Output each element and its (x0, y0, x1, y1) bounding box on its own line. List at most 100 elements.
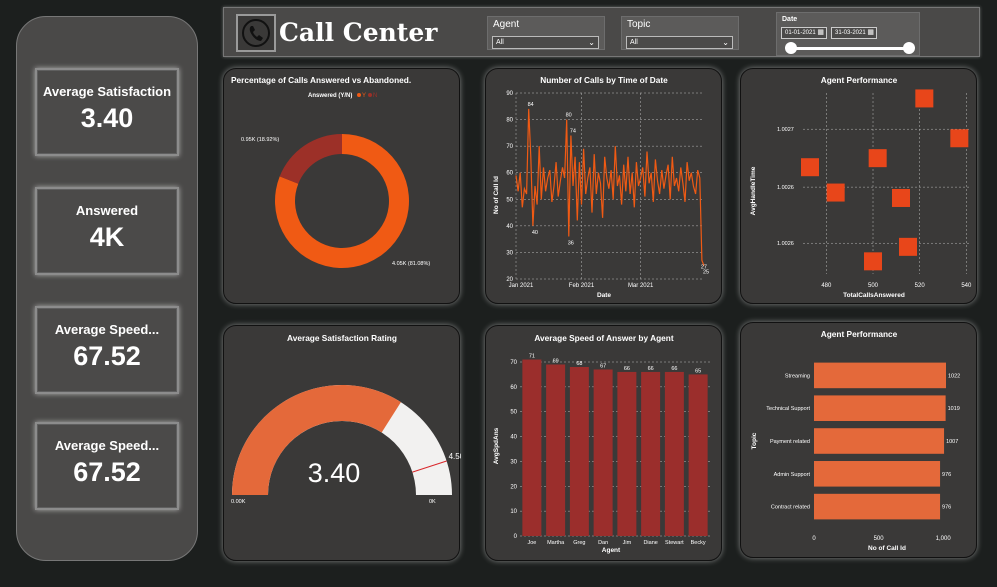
x-tick-label: Feb 2021 (569, 283, 595, 289)
chart-title: Agent Performance (821, 329, 898, 339)
data-label: 976 (942, 505, 951, 511)
bar-payment-related (814, 428, 945, 454)
data-label: 36 (568, 240, 574, 246)
legend-item-y: Y (362, 93, 366, 99)
x-tick-label: Dan (598, 540, 608, 546)
date-end-value: 31-03-2021 (835, 30, 866, 36)
y-tick-label: 1.0027 (777, 127, 794, 133)
bar-chart: Average Speed of Answer by Agent 0 10 20 30… (493, 333, 710, 554)
date-slider-end-handle[interactable] (903, 42, 915, 54)
x-tick-label: 540 (961, 283, 972, 289)
y-tick-label: Payment related (770, 439, 810, 445)
y-tick-label: 60 (510, 385, 517, 391)
y-tick-label: Technical Support (766, 406, 810, 412)
kpi-label: Average Speed... (54, 322, 160, 337)
horizontal-bar-chart: Agent Performance Streaming 1022 Technical… (751, 329, 960, 552)
topic-dropdown-value: All (630, 39, 638, 46)
y-tick-label: 50 (506, 197, 513, 203)
topic-dropdown[interactable]: All ⌄ (626, 36, 733, 49)
kpi-card-answered: Answered 4K (35, 187, 179, 275)
calendar-icon[interactable]: ▦ (817, 28, 824, 38)
x-axis-label: No of Call Id (868, 545, 906, 552)
y-axis-label: AvgSpdAns (493, 427, 500, 464)
chevron-down-icon: ⌄ (588, 38, 595, 47)
data-label: 66 (648, 366, 654, 372)
y-tick-label: 90 (506, 91, 513, 97)
date-slicer-label: Date (782, 16, 798, 23)
legend-marker-y (357, 93, 361, 97)
y-tick-label: 40 (510, 435, 517, 441)
data-label: 66 (624, 366, 630, 372)
kpi-value: 67.52 (73, 341, 141, 371)
x-tick-label: 480 (821, 283, 832, 289)
kpi-card-average-satisfaction: Average Satisfaction 3.40 (35, 68, 179, 156)
chart-title: Agent Performance (821, 75, 898, 85)
scatter-chart: Agent Performance 1.0026 1.0026 1.0027 480… (750, 75, 972, 299)
agent-dropdown-value: All (496, 39, 504, 46)
kpi-value: 4K (89, 222, 125, 252)
chart-title: Average Speed of Answer by Agent (534, 333, 673, 343)
data-label: 67 (600, 363, 606, 369)
bar-admin-support (814, 461, 941, 487)
data-label: 68 (576, 361, 582, 367)
y-tick-label: Admin Support (774, 472, 811, 478)
slice-label-y: 4.05K (81.08%) (392, 261, 430, 267)
bar-streaming (814, 362, 946, 389)
phone-icon (236, 14, 276, 52)
y-tick-label: 30 (506, 250, 513, 256)
kpi-label: Average Satisfaction (42, 84, 172, 99)
bar-greg (569, 366, 589, 536)
data-label: 69 (553, 358, 559, 364)
date-slider-start-handle[interactable] (785, 42, 797, 54)
header-bar: Call Center Agent All ⌄ Topic All ⌄ Date… (223, 7, 980, 57)
gauge-max-label: 0K (429, 499, 436, 505)
calendar-icon[interactable]: ▦ (867, 28, 874, 38)
bar-stewart (664, 371, 684, 536)
kpi-label: Answered (75, 203, 139, 218)
donut-chart: Percentage of Calls Answered vs Abandone… (231, 75, 430, 268)
y-tick-label: 70 (506, 144, 513, 150)
bar-contract-related (814, 493, 941, 520)
x-tick-label: Stewart (665, 540, 684, 546)
slice-label-n: 0.95K (18.92%) (241, 137, 279, 143)
scatter-point (868, 149, 887, 168)
kpi-label: Average Speed... (54, 438, 160, 453)
x-axis-label: Agent (602, 547, 621, 554)
date-end-input[interactable]: 31-03-2021 ▦ (831, 27, 877, 39)
kpi-value: 67.52 (73, 457, 141, 487)
card-agent-performance-scatter: Agent Performance 1.0026 1.0026 1.0027 480… (740, 68, 977, 304)
y-tick-label: Streaming (785, 373, 810, 379)
chart-title: Percentage of Calls Answered vs Abandone… (231, 75, 411, 85)
data-label: 1022 (948, 373, 960, 379)
gauge-value: 3.40 (308, 458, 361, 488)
bar-dan (593, 369, 613, 536)
x-tick-label: Becky (691, 540, 706, 546)
series-line (515, 108, 705, 266)
x-tick-label: Jan 2021 (509, 283, 534, 289)
y-tick-label: 40 (506, 224, 513, 230)
y-tick-label: 20 (510, 484, 517, 490)
agent-dropdown[interactable]: All ⌄ (492, 36, 599, 49)
card-calls-answered-vs-abandoned: Percentage of Calls Answered vs Abandone… (223, 68, 460, 304)
scatter-point (915, 89, 934, 108)
y-tick-label: 80 (506, 118, 513, 124)
x-axis-label: TotalCallsAnswered (843, 292, 905, 299)
data-label: 1019 (948, 406, 960, 412)
gauge-target-label: 4.50 (449, 452, 461, 461)
data-label: 74 (570, 129, 576, 135)
scatter-point (899, 237, 917, 256)
x-tick-label: 0 (812, 536, 816, 542)
scatter-point (892, 188, 910, 207)
bar-diane (641, 371, 661, 536)
date-slider-track[interactable] (787, 47, 909, 50)
y-tick-label: 0 (514, 534, 518, 540)
x-tick-label: Joe (527, 540, 536, 546)
scatter-point (864, 252, 882, 271)
scatter-point (826, 183, 845, 202)
data-label: 40 (532, 230, 538, 236)
y-tick-label: 70 (510, 360, 517, 366)
kpi-panel: Average Satisfaction 3.40 Answered 4K Av… (16, 16, 198, 561)
x-tick-label: Mar 2021 (628, 283, 654, 289)
bar-martha (546, 364, 566, 536)
date-start-input[interactable]: 01-01-2021 ▦ (781, 27, 827, 39)
